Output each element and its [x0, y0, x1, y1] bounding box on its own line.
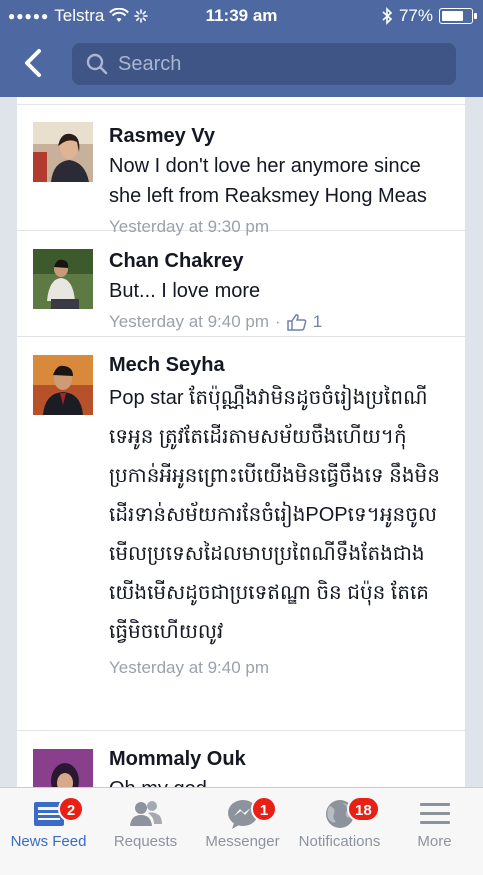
status-bar: ●●●●● Telstra 11:39 am 77% — [0, 0, 483, 32]
avatar[interactable] — [33, 249, 93, 309]
top-header: ●●●●● Telstra 11:39 am 77% Search — [0, 0, 483, 97]
comment-body: Rasmey Vy Now I don't love her anymore s… — [109, 124, 453, 237]
comment-author[interactable]: Rasmey Vy — [109, 124, 453, 148]
search-input[interactable]: Search — [72, 43, 456, 85]
comment-list[interactable]: Rasmey Vy Now I don't love her anymore s… — [17, 97, 465, 787]
comment-body: Mommaly Ouk Oh my god — [109, 747, 453, 787]
comment-meta: Yesterday at 9:40 pm — [109, 658, 453, 678]
like-thumb-icon[interactable] — [286, 313, 307, 331]
tab-label: News Feed — [10, 833, 87, 850]
comment-item: Rasmey Vy Now I don't love her anymore s… — [17, 104, 465, 236]
avatar[interactable] — [33, 122, 93, 182]
comment-body: Chan Chakrey But... I love more Yesterda… — [109, 249, 453, 332]
comment-author[interactable]: Mech Seyha — [109, 353, 453, 377]
comment-timestamp: Yesterday at 9:40 pm — [109, 658, 270, 677]
comment-timestamp: Yesterday at 9:40 pm — [109, 312, 270, 331]
notifications-badge: 18 — [347, 796, 380, 822]
messenger-badge: 1 — [251, 796, 277, 822]
comment-item: Mech Seyha Pop star តែប៉ុណ្ណឹងវាមិនដូចចំ… — [17, 337, 465, 731]
avatar[interactable] — [33, 749, 93, 787]
tab-notifications[interactable]: 18 Notifications — [291, 788, 388, 858]
tab-more[interactable]: More — [386, 788, 483, 858]
like-count[interactable]: 1 — [313, 312, 322, 332]
comment-meta: Yesterday at 9:40 pm · 1 — [109, 312, 453, 332]
tab-label: Messenger — [205, 833, 280, 850]
bottom-tab-bar: 2 News Feed Requests 1 Messenger 18 Noti… — [0, 787, 483, 875]
tab-label: More — [417, 833, 452, 850]
status-right: 77% — [381, 6, 477, 26]
tab-requests[interactable]: Requests — [97, 788, 194, 858]
search-icon — [86, 53, 108, 75]
meta-separator: · — [275, 312, 281, 331]
search-placeholder: Search — [118, 52, 182, 75]
tab-news-feed[interactable]: 2 News Feed — [0, 788, 97, 858]
chevron-left-icon — [25, 49, 41, 77]
comment-text: But... I love more — [109, 280, 261, 302]
comment-body: Mech Seyha Pop star តែប៉ុណ្ណឹងវាមិនដូចចំ… — [109, 353, 453, 678]
news-feed-badge: 2 — [58, 796, 84, 822]
battery-level-fill — [442, 11, 463, 21]
comment-item: Chan Chakrey But... I love more Yesterda… — [17, 231, 465, 337]
comment-author[interactable]: Chan Chakrey — [109, 249, 453, 273]
requests-icon — [129, 801, 162, 826]
bluetooth-icon — [382, 7, 393, 25]
battery-percent: 77% — [398, 6, 433, 25]
menu-icon — [419, 803, 450, 824]
back-button[interactable] — [18, 44, 48, 82]
comment-item: Mommaly Ouk Oh my god — [17, 731, 465, 787]
comment-text: Pop star តែប៉ុណ្ណឹងវាមិនដូចចំរៀងប្រពៃណីទ… — [109, 387, 440, 643]
avatar[interactable] — [33, 355, 93, 415]
battery-icon — [439, 8, 477, 24]
tab-messenger[interactable]: 1 Messenger — [194, 788, 291, 858]
tab-label: Requests — [113, 833, 178, 850]
comment-text: Oh my god — [109, 774, 453, 787]
comment-text: Now I don't love her anymore since she l… — [109, 155, 427, 207]
tab-label: Notifications — [298, 833, 381, 850]
comment-author[interactable]: Mommaly Ouk — [109, 747, 453, 771]
